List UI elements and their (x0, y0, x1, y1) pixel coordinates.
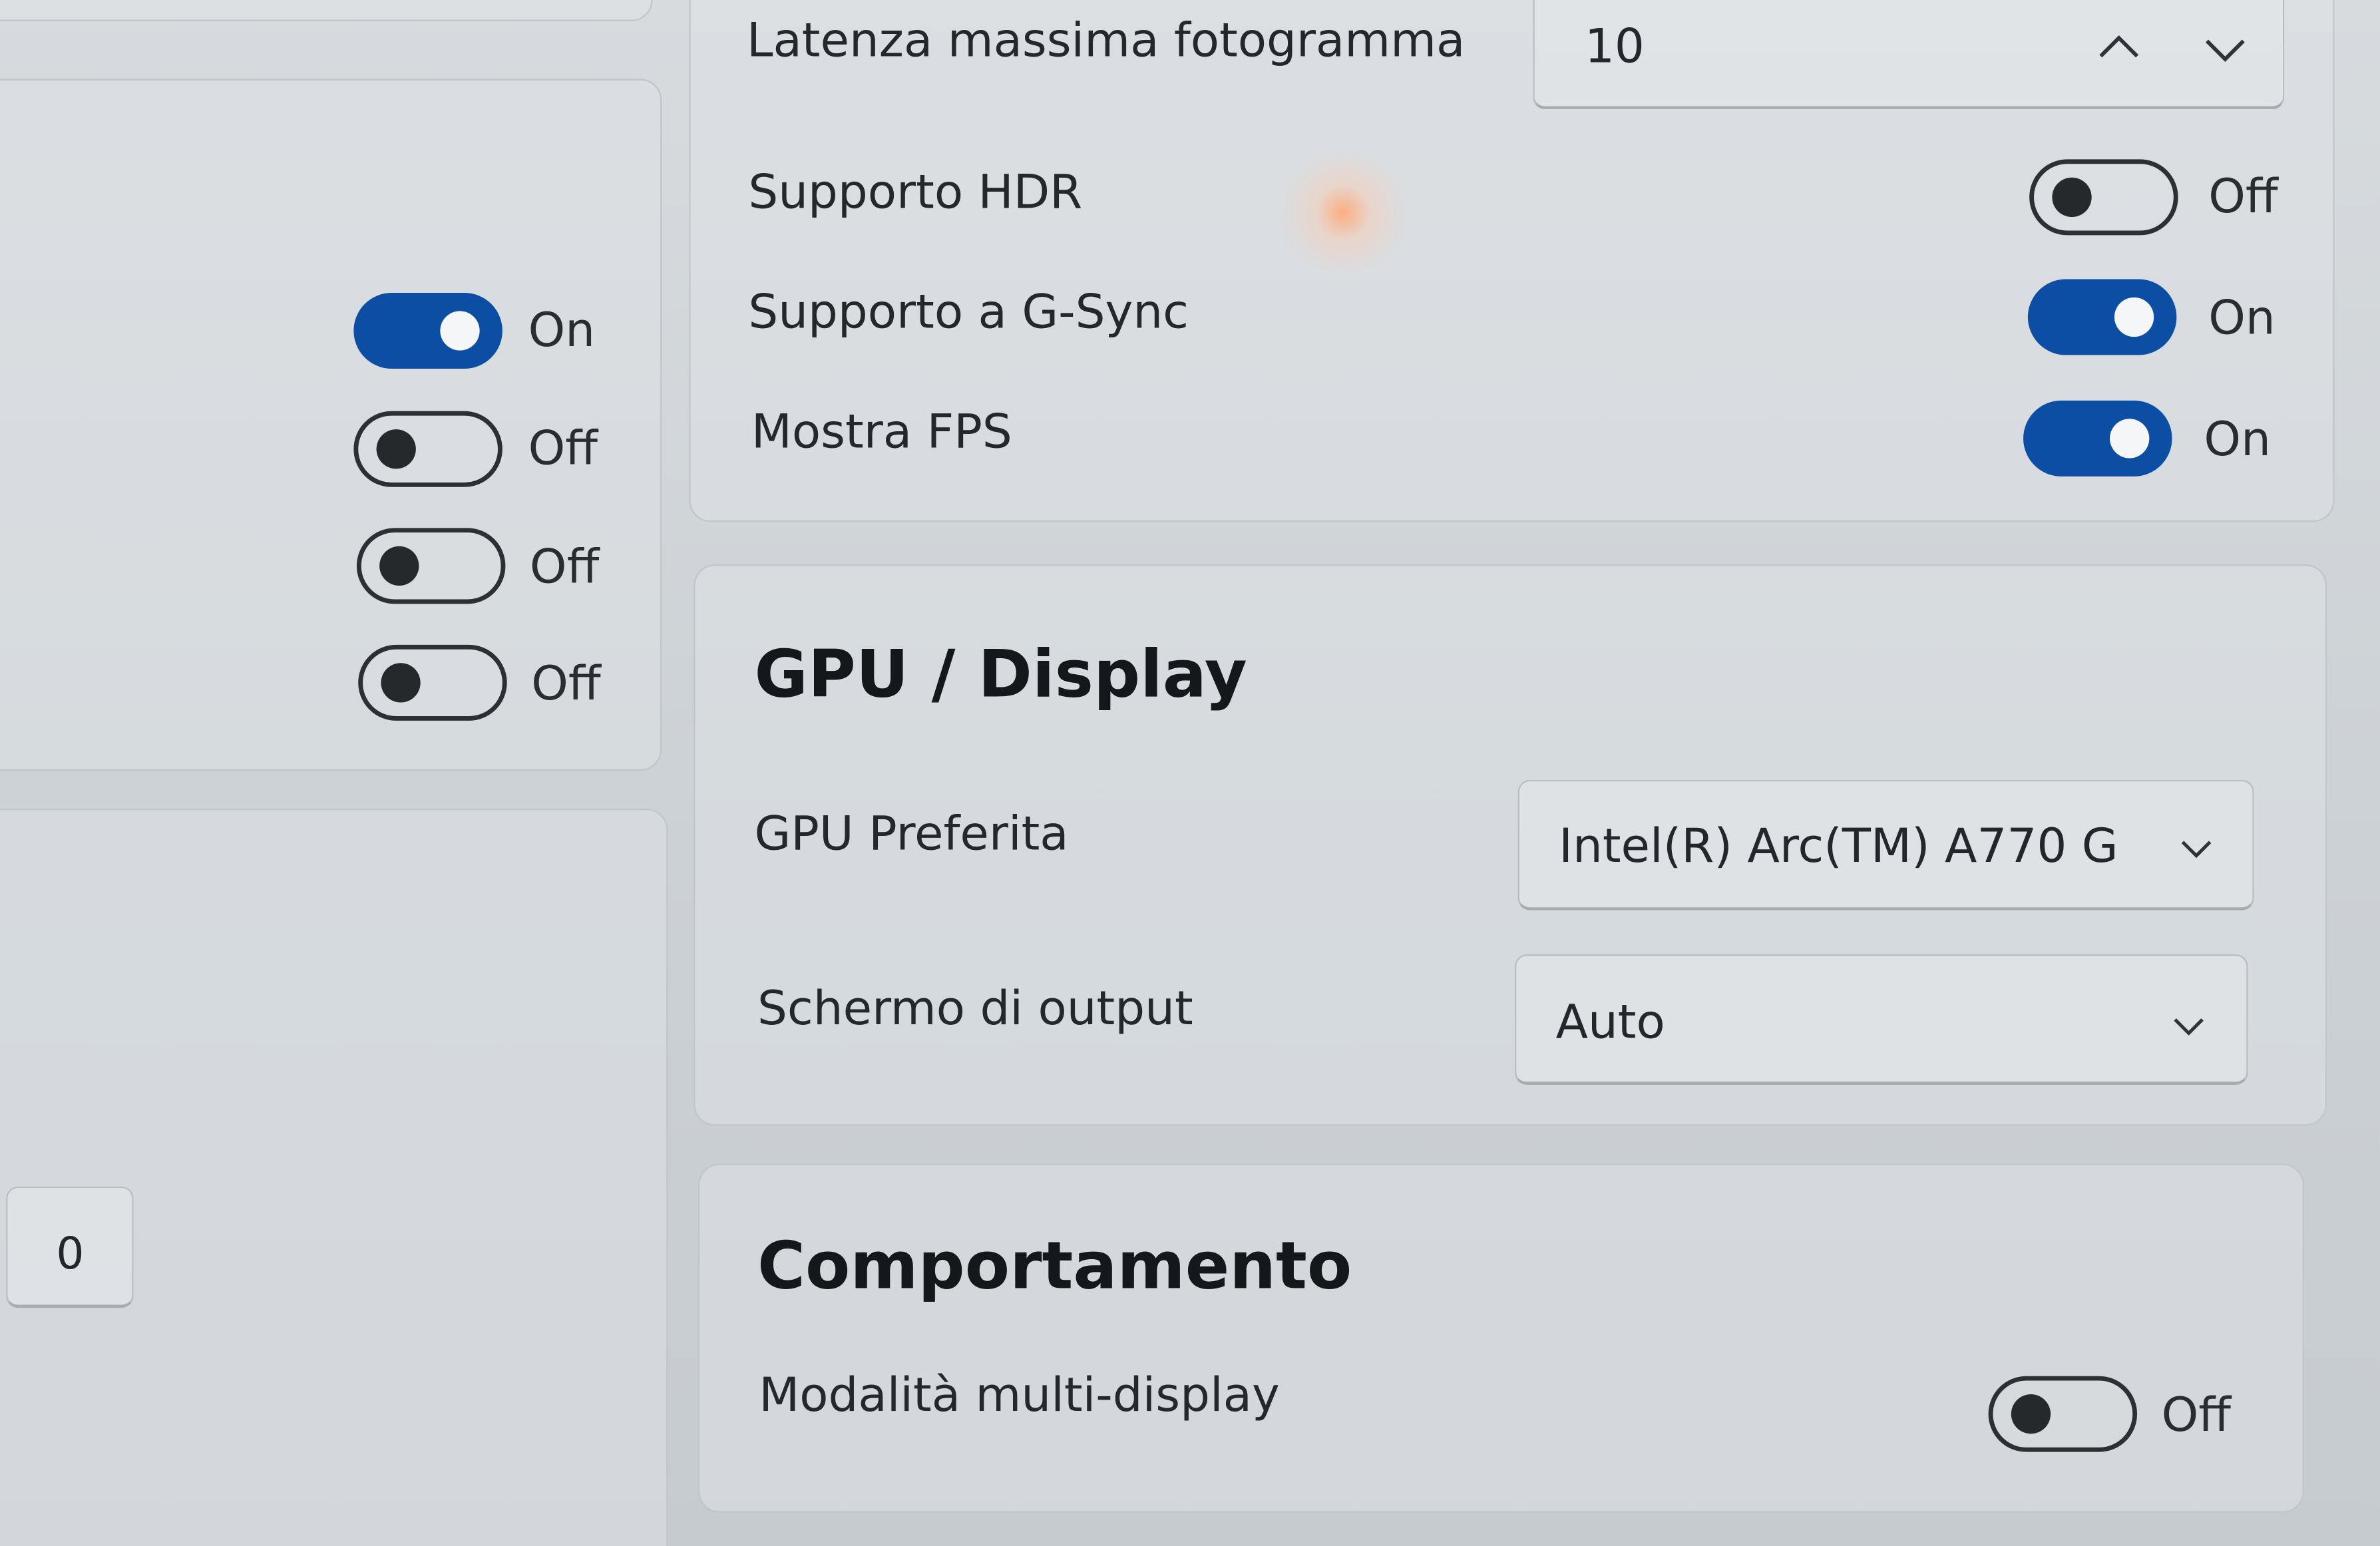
preferred-gpu-label: GPU Preferita (754, 807, 1069, 862)
toggle-knob (381, 663, 421, 703)
gpu-display-heading: GPU / Display (754, 637, 1247, 713)
hdr-state: Off (2208, 170, 2278, 225)
multi-display-label: Modalità multi-display (759, 1368, 1280, 1424)
max-frame-latency-input[interactable]: 10 (1533, 0, 2285, 110)
output-screen-select[interactable]: Auto (1515, 954, 2248, 1085)
multi-display-toggle[interactable] (1988, 1376, 2138, 1452)
toggle-knob (2110, 419, 2150, 459)
chevron-down-icon (2181, 841, 2212, 859)
behavior-heading: Comportamento (757, 1229, 1352, 1305)
left-bottom-card (0, 809, 668, 1546)
screen-glare (1275, 151, 1412, 274)
output-screen-value: Auto (1555, 995, 1665, 1050)
chevron-down-icon (2174, 1018, 2204, 1036)
left-number-value: 0 (56, 1227, 85, 1279)
hdr-toggle[interactable] (2029, 159, 2178, 236)
left-toggle-1-state: On (528, 303, 596, 359)
show-fps-label: Mostra FPS (751, 405, 1012, 460)
max-frame-latency-label: Latenza massima fotogramma (747, 13, 1466, 69)
show-fps-state: On (2204, 413, 2271, 468)
toggle-knob (2114, 297, 2154, 337)
show-fps-toggle[interactable] (2023, 400, 2172, 477)
left-toggle-3[interactable] (356, 528, 506, 604)
max-frame-latency-value: 10 (1584, 19, 1645, 75)
toggle-knob (440, 311, 480, 351)
gsync-label: Supporto a G-Sync (748, 285, 1189, 340)
output-screen-label: Schermo di output (757, 981, 1193, 1037)
toggle-knob (2052, 177, 2092, 217)
left-toggle-3-state: Off (529, 540, 600, 595)
behavior-card (698, 1163, 2304, 1513)
left-toggle-2-state: Off (528, 421, 598, 477)
left-toggle-4-state: Off (531, 657, 601, 712)
gsync-toggle[interactable] (2027, 279, 2177, 355)
chevron-up-icon[interactable] (2096, 32, 2142, 63)
preferred-gpu-value: Intel(R) Arc(TM) A770 Gr (1559, 819, 2120, 874)
left-number-input[interactable]: 0 (6, 1186, 134, 1308)
left-toggle-4[interactable] (358, 644, 507, 721)
gsync-state: On (2208, 291, 2276, 346)
toggle-knob (379, 546, 419, 586)
toggle-knob (2011, 1394, 2051, 1434)
chevron-down-icon[interactable] (2202, 35, 2248, 65)
left-toggle-2[interactable] (353, 411, 502, 487)
toggle-knob (376, 429, 416, 469)
multi-display-state: Off (2161, 1388, 2231, 1443)
left-top-card (0, 0, 653, 21)
hdr-label: Supporto HDR (748, 165, 1083, 220)
left-toggle-1[interactable] (353, 292, 502, 369)
preferred-gpu-select[interactable]: Intel(R) Arc(TM) A770 Gr (1517, 779, 2254, 910)
settings-page: On Off Off Off 0 Latenza massima fotogra… (0, 0, 2380, 1546)
